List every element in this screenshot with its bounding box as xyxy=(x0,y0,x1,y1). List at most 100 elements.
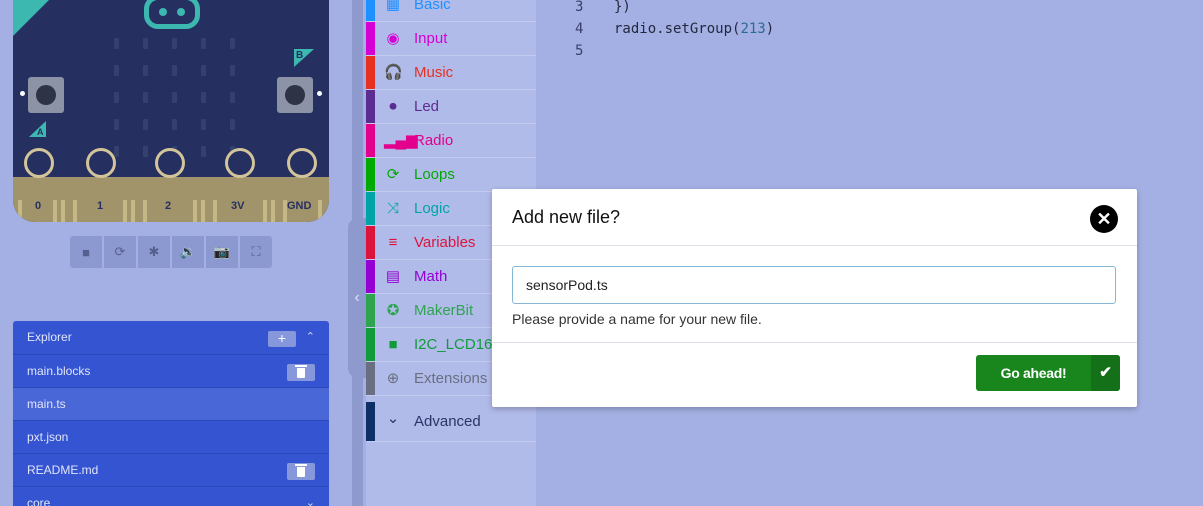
led xyxy=(143,92,148,103)
category-color-bar xyxy=(366,22,375,55)
microbit-logo xyxy=(144,0,200,29)
explorer-header[interactable]: Explorer + ⌃ xyxy=(13,321,329,354)
file-explorer: Explorer + ⌃ main.blocks main.ts pxt.json R… xyxy=(13,321,329,506)
category-color-bar xyxy=(366,260,375,293)
pin-3[interactable] xyxy=(225,148,255,178)
fullscreen-button[interactable]: ⛶ xyxy=(240,236,272,268)
pin-label: 1 xyxy=(97,200,104,212)
trash-icon xyxy=(295,463,307,477)
pin-label: GND xyxy=(287,200,312,212)
led xyxy=(201,92,206,103)
button-b-label: B xyxy=(296,50,304,61)
button-a[interactable] xyxy=(28,77,64,113)
headphones-icon: 🎧 xyxy=(384,64,403,81)
category-loops[interactable]: ⟳ Loops xyxy=(366,158,536,192)
led xyxy=(114,92,119,103)
chevron-down-icon[interactable]: ⌄ xyxy=(306,487,315,506)
code-token: ) xyxy=(765,21,775,37)
go-ahead-button[interactable]: Go ahead! ✔ xyxy=(976,355,1120,391)
collapse-chevron-icon[interactable]: ⌃ xyxy=(306,321,315,354)
filename-input[interactable] xyxy=(512,266,1116,304)
category-label: Advanced xyxy=(414,413,481,430)
category-radio[interactable]: ▂▄▆ Radio xyxy=(366,124,536,158)
edge-stripe xyxy=(61,200,65,222)
button-b[interactable] xyxy=(277,77,313,113)
led xyxy=(230,119,235,130)
edge-stripe xyxy=(143,200,147,222)
pin-4[interactable] xyxy=(287,148,317,178)
dialog-footer: Go ahead! ✔ xyxy=(492,343,1137,406)
category-music[interactable]: 🎧 Music xyxy=(366,56,536,90)
restart-button[interactable]: ⟳ xyxy=(104,236,136,268)
category-label: Radio xyxy=(414,132,454,149)
toggle-icon: ⏺ xyxy=(389,98,397,115)
mute-icon: 🔉 xyxy=(179,244,197,259)
close-icon[interactable]: ✕ xyxy=(1090,205,1118,233)
delete-file-button[interactable] xyxy=(287,463,315,480)
pin-2[interactable] xyxy=(155,148,185,178)
microbit-simulator[interactable]: A B 0 1 2 3V GND xyxy=(13,0,329,222)
file-label: pxt.json xyxy=(27,430,69,444)
category-color-bar xyxy=(366,158,375,191)
delete-file-button[interactable] xyxy=(287,364,315,381)
led xyxy=(172,65,177,76)
category-led[interactable]: ⏺ Led xyxy=(366,90,536,124)
led xyxy=(143,65,148,76)
file-item[interactable]: core ⌄ xyxy=(13,486,329,506)
pin-0[interactable] xyxy=(24,148,54,178)
file-label: main.blocks xyxy=(27,364,91,378)
file-label: main.ts xyxy=(27,397,66,411)
edge-stripe xyxy=(73,200,77,222)
category-color-bar xyxy=(366,90,375,123)
pin-label: 3V xyxy=(231,200,245,212)
category-label: Basic xyxy=(414,0,451,13)
grid-icon: ▦ xyxy=(385,0,401,13)
gear-icon: ✪ xyxy=(386,302,400,319)
screenshot-button[interactable]: 📷 xyxy=(206,236,238,268)
filename-hint: Please provide a name for your new file. xyxy=(512,311,762,327)
category-label: Input xyxy=(414,30,448,47)
code-text: radio.setGroup(213) xyxy=(614,18,774,40)
file-item[interactable]: main.blocks xyxy=(13,354,329,387)
file-item[interactable]: README.md xyxy=(13,453,329,486)
edge-stripe xyxy=(201,200,205,222)
button-b-dot xyxy=(317,91,322,96)
led xyxy=(143,38,148,49)
file-label: README.md xyxy=(27,463,99,477)
simulator-toolbar: ■ ⟳ ✱ 🔉 📷 ⛶ xyxy=(70,236,272,268)
pin-label: 2 xyxy=(165,200,172,212)
led xyxy=(201,119,206,130)
edge-stripe xyxy=(123,200,127,222)
square-icon: ■ xyxy=(388,336,398,353)
check-icon: ✔ xyxy=(1091,355,1120,391)
led xyxy=(201,65,206,76)
led xyxy=(230,92,235,103)
file-item[interactable]: pxt.json xyxy=(13,420,329,453)
led xyxy=(230,65,235,76)
category-input[interactable]: ◉ Input xyxy=(366,22,536,56)
edge-stripe xyxy=(131,200,135,222)
led xyxy=(143,119,148,130)
led xyxy=(143,146,148,157)
file-label: core xyxy=(27,496,51,506)
led xyxy=(114,146,119,157)
file-item[interactable]: main.ts xyxy=(13,387,329,420)
collapse-simulator-button[interactable]: ‹ xyxy=(348,218,366,378)
plus-circle-icon: ⊕ xyxy=(386,370,400,387)
add-file-button[interactable]: + xyxy=(268,331,296,347)
category-label: Variables xyxy=(414,234,476,251)
category-advanced[interactable]: ⌄ Advanced xyxy=(366,402,536,442)
stop-icon: ■ xyxy=(82,244,90,260)
category-color-bar xyxy=(366,294,375,327)
edge-stripe xyxy=(18,200,22,222)
edge-stripe xyxy=(318,200,322,222)
mute-button[interactable]: 🔉 xyxy=(172,236,204,268)
line-number: 5 xyxy=(575,43,584,59)
debug-button[interactable]: ✱ xyxy=(138,236,170,268)
category-color-bar xyxy=(366,0,375,21)
led xyxy=(114,65,119,76)
led xyxy=(172,38,177,49)
pin-1[interactable] xyxy=(86,148,116,178)
stop-button[interactable]: ■ xyxy=(70,236,102,268)
category-basic[interactable]: ▦ Basic xyxy=(366,0,536,22)
